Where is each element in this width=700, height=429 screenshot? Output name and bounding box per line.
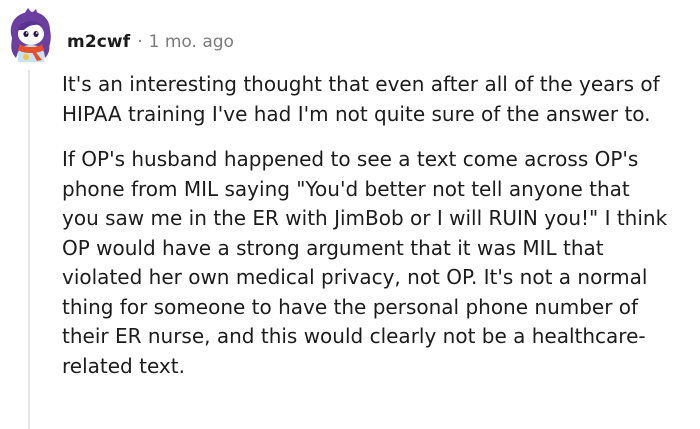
comment-paragraph: It's an interesting thought that even af… — [62, 70, 696, 129]
text-line: It's an interesting thought that even af… — [62, 72, 660, 96]
text-line: their ER nurse, and this would clearly n… — [62, 324, 646, 348]
text-line: OP would have a strong argument that it … — [62, 235, 604, 260]
text-line: you saw me in the ER with JimBob or I wi… — [62, 206, 668, 230]
comment-timestamp[interactable]: 1 mo. ago — [149, 32, 234, 52]
username-link[interactable]: m2cwf — [67, 32, 130, 52]
comment-body: It's an interesting thought that even af… — [62, 70, 696, 381]
text-line: phone from MIL saying "You'd better not … — [62, 176, 630, 201]
text-line: related text. — [62, 353, 185, 378]
user-avatar[interactable] — [4, 8, 56, 64]
comment-meta: m2cwf · 1 mo. ago — [67, 30, 234, 54]
comment: m2cwf · 1 mo. ago It's an interesting th… — [0, 0, 700, 429]
comment-paragraph: If OP's husband happened to see a text c… — [62, 145, 696, 381]
text-line: violated her own medical privacy, not OP… — [62, 265, 648, 289]
meta-separator: · — [137, 32, 143, 52]
text-line: thing for someone to have the personal p… — [62, 294, 639, 319]
text-line: HIPAA training I've had I'm not quite su… — [62, 101, 651, 126]
thread-collapse-line[interactable] — [28, 70, 30, 429]
snoo-avatar-icon — [10, 8, 51, 62]
text-line: If OP's husband happened to see a text c… — [62, 147, 639, 171]
